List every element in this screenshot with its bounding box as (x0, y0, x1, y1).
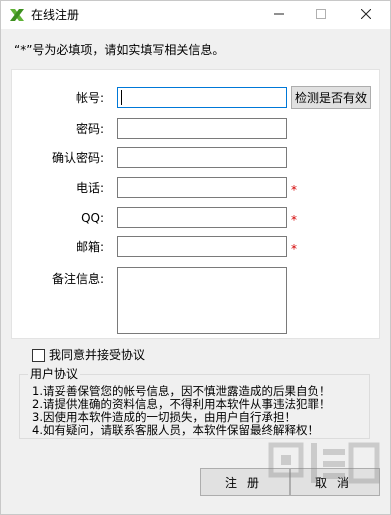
qq-input[interactable] (117, 207, 287, 228)
qq-label: QQ: (81, 211, 104, 225)
register-button[interactable]: 注册 (200, 468, 290, 496)
email-label: 邮箱: (75, 240, 104, 254)
close-button[interactable] (346, 1, 386, 29)
title-bar: 在线注册 (1, 1, 390, 29)
minimize-button[interactable] (259, 1, 299, 29)
confirm-password-input[interactable] (117, 147, 287, 168)
agreement-item: 4.如有疑问，请联系客服人员，本软件保留最终解释权！ (32, 423, 319, 437)
agree-checkbox[interactable] (32, 348, 45, 362)
x-logo-icon (9, 7, 25, 23)
maximize-button[interactable] (301, 1, 341, 29)
agreement-list: 1.请妥善保管您的帐号信息，因不慎泄露造成的后果自负！ 2.请提供准确的资料信息… (32, 385, 330, 437)
text-caret (121, 90, 122, 105)
register-window: 在线注册 “*”号为必填项，请如实填写相关信息。 帐号: 检测是否有效 密码: … (0, 0, 391, 515)
maximize-icon (316, 8, 326, 22)
password-label: 密码: (75, 122, 104, 136)
minimize-icon (274, 8, 284, 22)
agree-checkbox-row[interactable]: 我同意并接受协议 (32, 348, 145, 362)
required-notice: “*”号为必填项，请如实填写相关信息。 (14, 43, 225, 57)
close-icon (360, 8, 372, 22)
agreement-title: 用户协议 (28, 367, 81, 381)
password-input[interactable] (117, 118, 287, 139)
remark-label: 备注信息: (51, 272, 104, 286)
user-agreement-group: 用户协议 1.请妥善保管您的帐号信息，因不慎泄露造成的后果自负！ 2.请提供准确… (19, 367, 370, 439)
phone-input[interactable] (117, 177, 287, 198)
account-label: 帐号: (75, 91, 104, 105)
phone-required-mark: * (291, 183, 297, 197)
qq-required-mark: * (291, 213, 297, 227)
agree-label[interactable]: 我同意并接受协议 (49, 348, 145, 362)
remark-textarea[interactable] (117, 267, 287, 334)
account-input[interactable] (117, 87, 287, 108)
email-input[interactable] (117, 236, 287, 257)
phone-label: 电话: (75, 181, 104, 195)
confirm-password-label: 确认密码: (51, 151, 104, 165)
check-validity-button[interactable]: 检测是否有效 (291, 86, 371, 109)
email-required-mark: * (291, 242, 297, 256)
cancel-button[interactable]: 取消 (290, 468, 380, 496)
window-title: 在线注册 (31, 8, 80, 22)
